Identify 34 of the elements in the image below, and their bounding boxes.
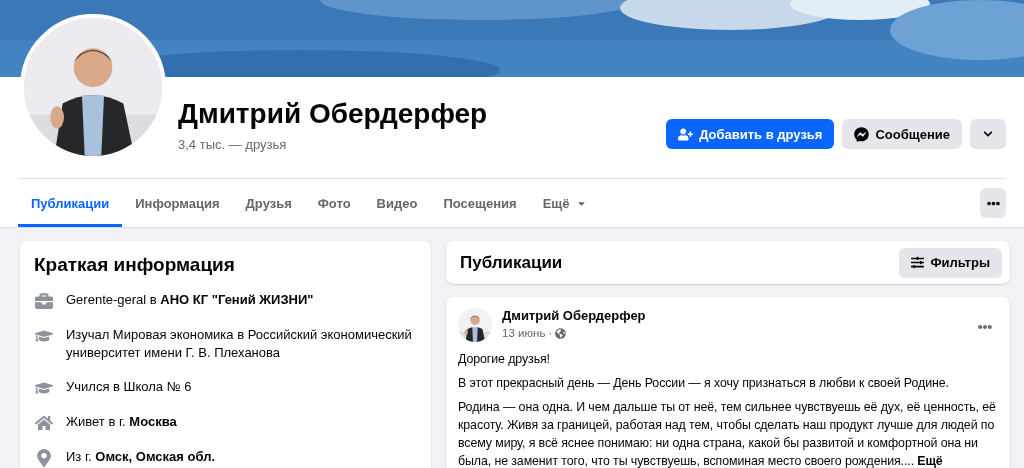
profile-tab[interactable]: Видео <box>363 179 431 227</box>
profile-tab[interactable]: Публикации <box>18 179 123 227</box>
message-button[interactable]: Сообщение <box>842 119 962 149</box>
intro-item: Изучал Мировая экономика в Российский экономический университет имени Г. В. Плеханова <box>66 326 413 362</box>
add-friend-button[interactable]: Добавить в друзья <box>666 119 835 149</box>
post-text: В этот прекрасный день — День России — я хочу признаться в любви к своей Родине. <box>458 375 950 392</box>
intro-item: Живет в г. Москва <box>66 413 177 431</box>
intro-item: Gerente-geral в АНО КГ "Гений ЖИЗНИ" <box>66 291 314 309</box>
intro-item: Учился в Школа № 6 <box>66 378 192 396</box>
section-title: Публикации <box>460 252 563 273</box>
house-icon <box>35 414 53 432</box>
profile-tab[interactable]: Друзья <box>232 179 305 227</box>
add-person-icon <box>678 126 694 142</box>
profile-tab[interactable]: Ещё <box>529 179 600 227</box>
post-author[interactable]: Дмитрий Обердерфер <box>502 308 646 323</box>
messenger-icon <box>854 126 870 142</box>
more-button[interactable] <box>980 188 1006 218</box>
profile-tab[interactable]: Информация <box>122 179 233 227</box>
post-date[interactable]: 13 июнь · <box>502 327 553 339</box>
post-text: Родина — она одна. И чем дальше ты от неё, тем сильнее чувствуешь её дух, её ценность, её красоту. Живя за границей, работая над тем, чтобы сделать наш продукт лучше для людей по всему миру, я всё яснее понимаю: ни одна страна, какой бы развитой и комфортной она ни была, не заменит того, что ты чувствуешь, вспоминая место своего рождения.... Ещё <box>458 399 997 468</box>
see-more-link[interactable]: Ещё <box>917 454 943 468</box>
more-options-button[interactable] <box>970 119 1006 149</box>
map-pin-icon <box>35 449 53 467</box>
briefcase-icon <box>35 292 53 310</box>
friends-count[interactable]: 3,4 тыс. — друзья <box>178 137 287 152</box>
profile-name: Дмитрий Обердерфер <box>178 97 489 131</box>
intro-item: Из г. Омск, Омская обл. <box>66 448 216 466</box>
card-title: Краткая информация <box>34 253 236 277</box>
post-text: Дорогие друзья! <box>458 351 551 368</box>
chevron-down-icon <box>983 129 993 139</box>
filters-button[interactable]: Фильтры <box>899 247 1002 278</box>
profile-tab[interactable]: Посещения <box>430 179 530 227</box>
sliders-icon <box>911 256 925 269</box>
profile-tab[interactable]: Фото <box>304 179 364 227</box>
